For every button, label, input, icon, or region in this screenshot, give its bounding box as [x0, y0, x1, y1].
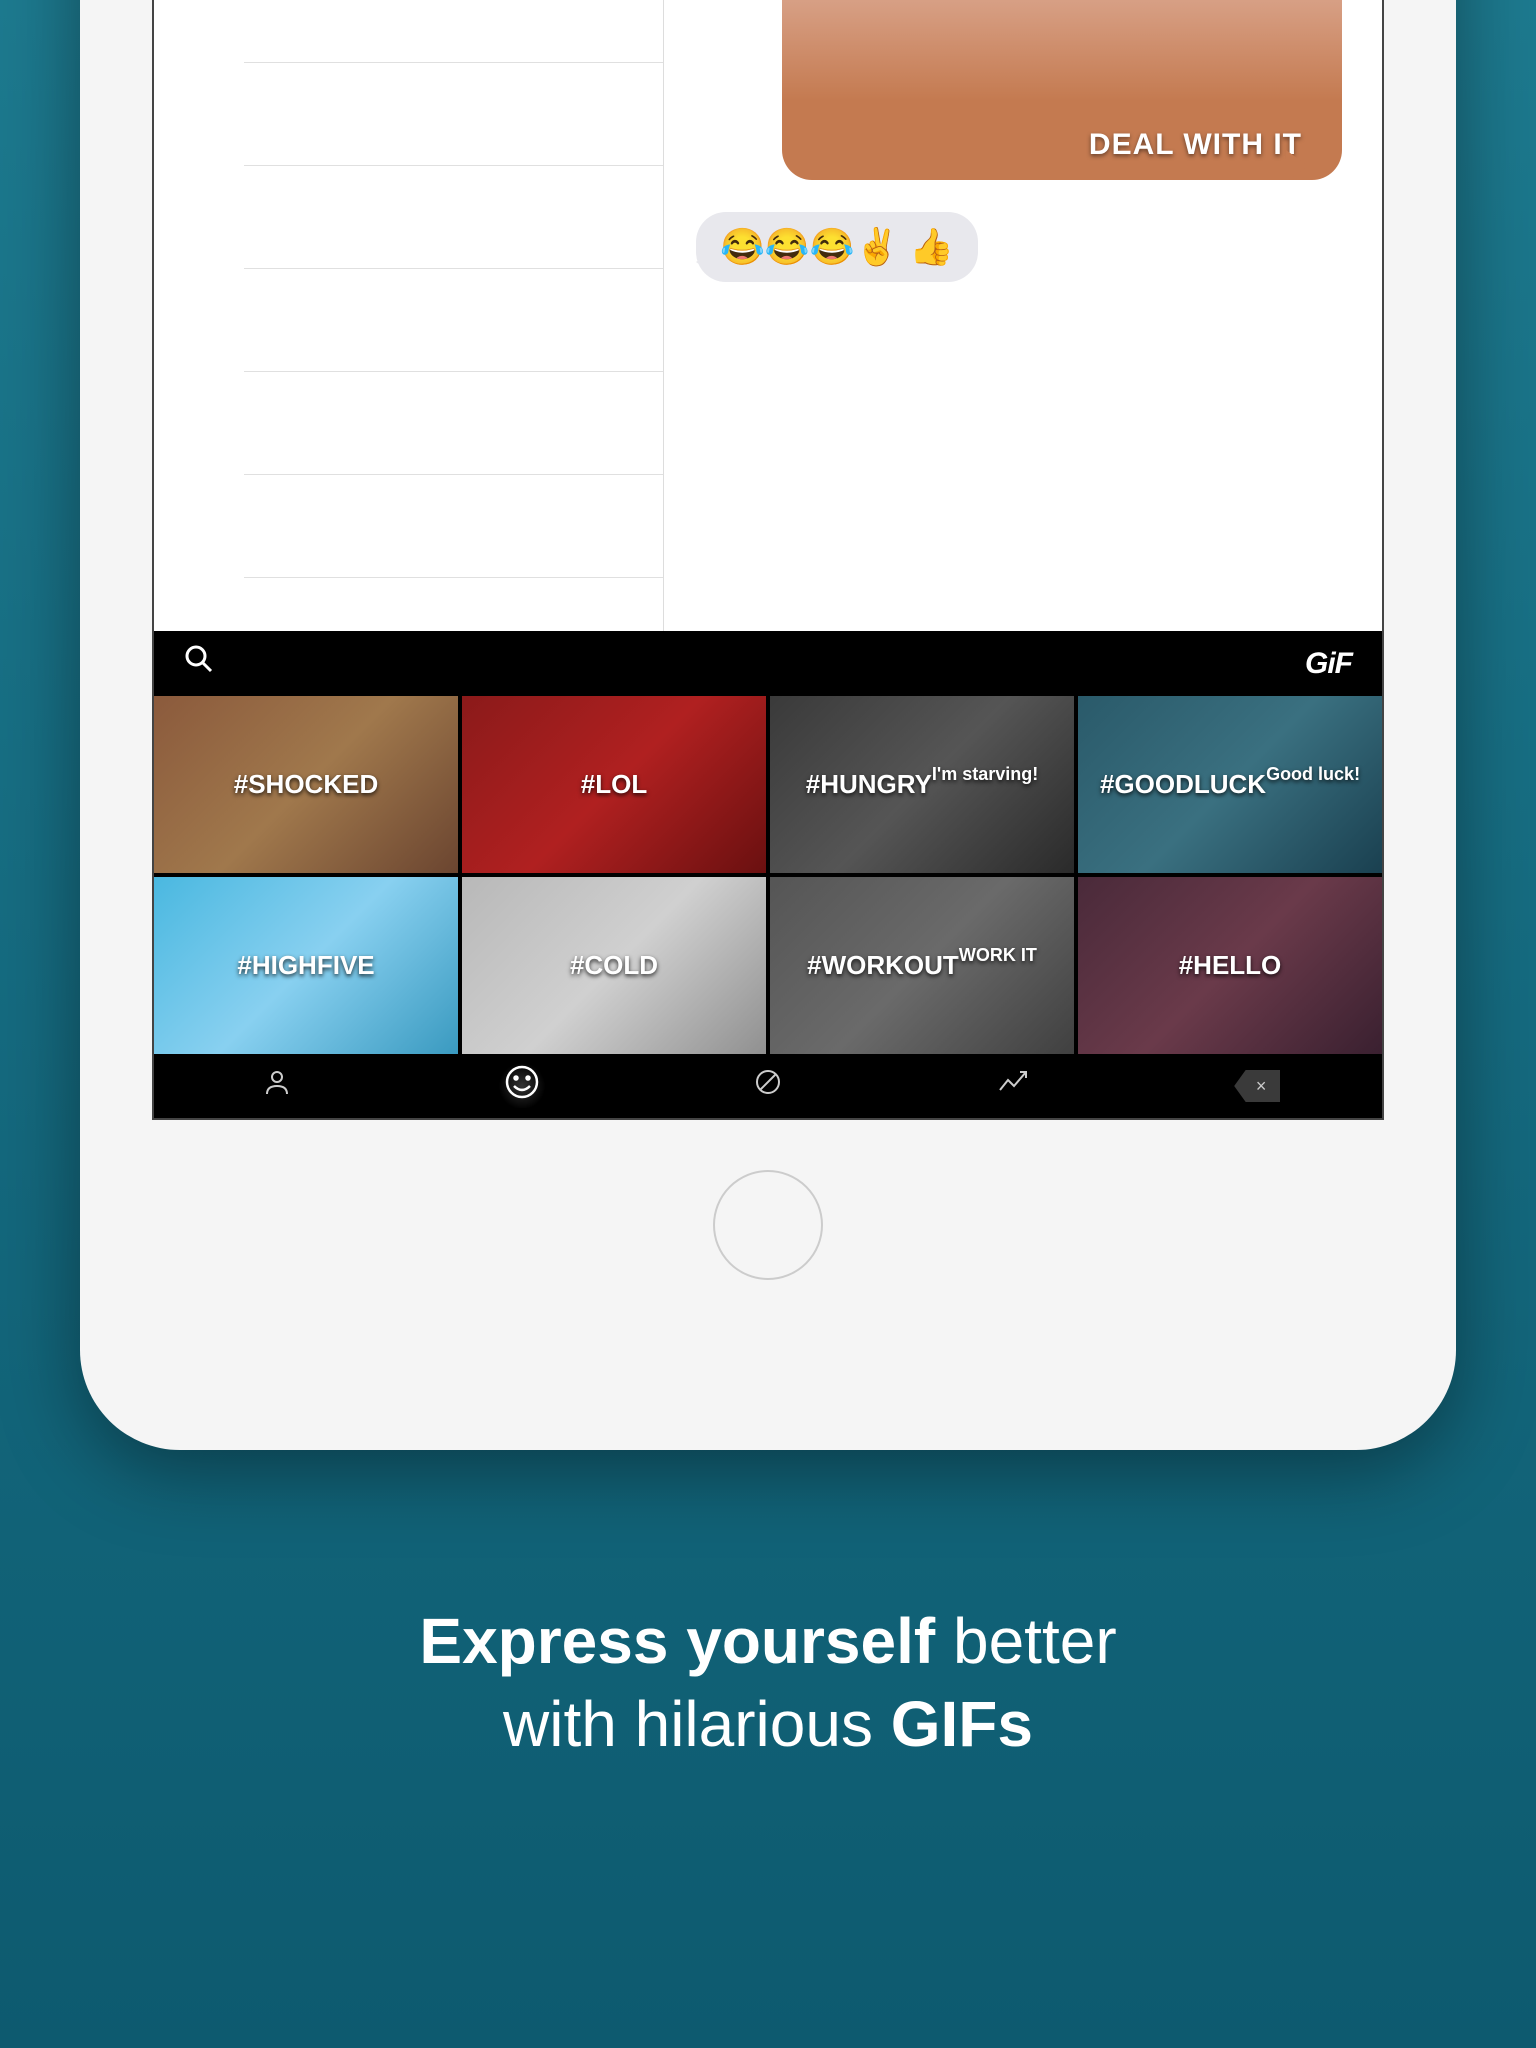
person-icon[interactable] [252, 1068, 302, 1104]
list-item [244, 63, 663, 166]
gif-caption: DEAL WITH IT [1089, 128, 1302, 162]
gif-cell-hello[interactable]: #HELLO [1078, 877, 1382, 1054]
ipad-screen: Edit Messages Brandon Details 🔍 Search [152, 0, 1384, 1120]
list-item [244, 166, 663, 269]
list-item [244, 372, 663, 475]
ipad-device-frame: Edit Messages Brandon Details 🔍 Search [80, 0, 1456, 1450]
gif-cell-goodluck[interactable]: #GOODLUCKGood luck! [1078, 696, 1382, 873]
gif-cell-shocked[interactable]: #SHOCKED [154, 696, 458, 873]
bubble-tail [1286, 150, 1324, 180]
search-icon[interactable] [184, 644, 214, 683]
gif-grid: #SHOCKED #LOL #HUNGRYI'm starving! #GOOD… [154, 696, 1382, 1054]
gif-cell-cold[interactable]: #COLD [462, 877, 766, 1054]
marketing-tagline: Express yourself better with hilarious G… [0, 1600, 1536, 1766]
gif-cell-lol[interactable]: #LOL [462, 696, 766, 873]
keyboard-top-bar: GiF [154, 631, 1382, 696]
gif-keyboard: GiF #SHOCKED #LOL #HUNGRYI'm starving! #… [154, 631, 1382, 1118]
sent-gif-bubble[interactable]: DEAL WITH IT [782, 0, 1342, 180]
trending-icon[interactable] [989, 1068, 1039, 1104]
gif-cell-hungry[interactable]: #HUNGRYI'm starving! [770, 696, 1074, 873]
list-item [244, 475, 663, 578]
received-emoji-bubble[interactable]: 😂😂😂✌️ 👍 [696, 212, 978, 282]
delete-key[interactable]: × [1234, 1070, 1284, 1102]
gif-label: GiF [1305, 647, 1352, 681]
bubble-tail [682, 248, 716, 276]
emoji-icon[interactable] [497, 1064, 547, 1108]
list-item [244, 0, 663, 63]
gif-cell-workout[interactable]: #WORKOUTWORK IT [770, 877, 1074, 1054]
empty-rows [154, 0, 663, 578]
block-icon[interactable] [743, 1068, 793, 1104]
keyboard-bottom-bar: × [154, 1054, 1382, 1118]
emoji-text: 😂😂😂✌️ 👍 [720, 226, 954, 267]
gif-cell-highfive[interactable]: #HIGHFIVE [154, 877, 458, 1054]
home-button[interactable] [713, 1170, 823, 1280]
list-item [244, 269, 663, 372]
